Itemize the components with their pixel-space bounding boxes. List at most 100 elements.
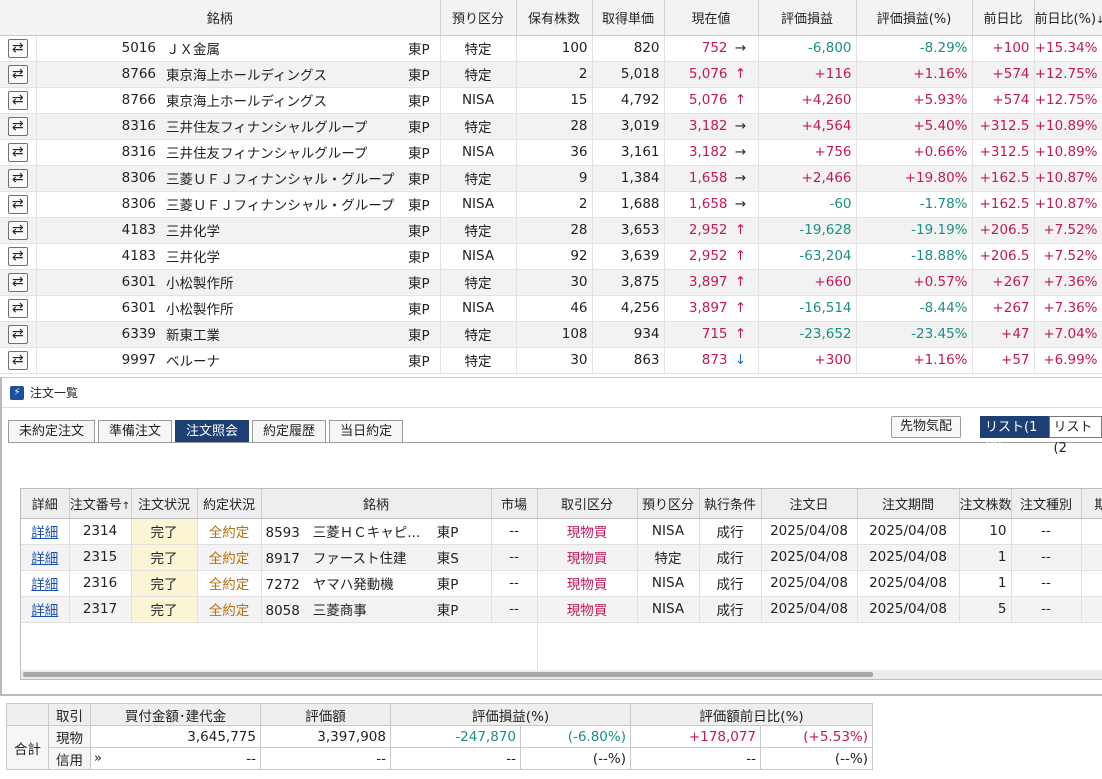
detail-link[interactable]: 詳細: [31, 551, 58, 567]
holding-row[interactable]: ⇄ 6301 小松製作所 東P 特定 30 3,875 3,897 ↑ +660 …: [0, 269, 1102, 296]
col-header-extra[interactable]: 期: [1081, 489, 1102, 519]
holding-row[interactable]: ⇄ 6339 新東工業 東P 特定 108 934 715 ↑ -23,652 -…: [0, 321, 1102, 348]
col-header-account[interactable]: 預り区分: [637, 489, 700, 519]
col-header-price[interactable]: 現在値: [664, 0, 759, 36]
col-header-period[interactable]: 注文期間: [857, 489, 960, 519]
unrealized-pl: +756: [758, 139, 857, 166]
swap-order-icon[interactable]: ⇄: [7, 38, 28, 58]
holding-row[interactable]: ⇄ 8306 三菱ＵＦＪフィナンシャル・グループ 東P 特定 9 1,384 1…: [0, 165, 1102, 192]
col-header-qty[interactable]: 保有株数: [516, 0, 593, 36]
swap-order-icon[interactable]: ⇄: [7, 64, 28, 84]
futures-quote-button[interactable]: 先物気配: [891, 416, 962, 438]
col-header-exec-status[interactable]: 約定状況: [197, 489, 262, 519]
swap-order-icon[interactable]: ⇄: [7, 350, 28, 370]
col-header-qty[interactable]: 注文株数: [959, 489, 1012, 519]
col-header-order-no[interactable]: 注文番号↑: [69, 489, 132, 519]
swap-order-icon[interactable]: ⇄: [7, 168, 28, 188]
holding-row[interactable]: ⇄ 9997 ベルーナ 東P 特定 30 863 873 ↓ +300 +1.16…: [0, 347, 1102, 374]
swap-cell: ⇄: [0, 347, 37, 374]
list-1-row-button[interactable]: リスト(1行): [980, 416, 1049, 456]
col-header-change-pct[interactable]: 前日比(%)↓: [1034, 0, 1102, 36]
account-type: 特定: [440, 35, 517, 62]
col-header-market[interactable]: 市場: [491, 489, 538, 519]
empty-cell: [21, 622, 69, 670]
summary-pl-cash: -247,870: [390, 725, 521, 748]
scrollbar-thumb[interactable]: [23, 672, 873, 677]
holding-row[interactable]: ⇄ 4183 三井化学 東P NISA 92 3,639 2,952 ↑ -63,…: [0, 243, 1102, 270]
holding-row[interactable]: ⇄ 6301 小松製作所 東P NISA 46 4,256 3,897 ↑ -16…: [0, 295, 1102, 322]
col-header-status[interactable]: 注文状況: [131, 489, 198, 519]
col-header-account[interactable]: 預り区分: [440, 0, 517, 36]
order-period: 2025/04/08: [857, 596, 960, 623]
swap-order-icon[interactable]: ⇄: [7, 272, 28, 292]
col-header-condition[interactable]: 執行条件: [699, 489, 762, 519]
holding-row[interactable]: ⇄ 5016 ＪＸ金属 東P 特定 100 820 752 → -6,800 -8…: [0, 35, 1102, 62]
order-row[interactable]: 詳細 2316 完了 全約定 7272 ヤマハ発動機 東P -- 現物買 NISA…: [21, 570, 1102, 597]
summary-pl-pct-cash: (-6.80%): [520, 725, 631, 748]
order-row[interactable]: 詳細 2317 完了 全約定 8058 三菱商事 東P -- 現物買 NISA 成…: [21, 596, 1102, 623]
tab-today-executions[interactable]: 当日約定: [329, 420, 404, 443]
col-header-kind[interactable]: 注文種別: [1011, 489, 1082, 519]
order-extra: [1081, 544, 1102, 571]
order-account: NISA: [637, 570, 700, 597]
swap-order-icon[interactable]: ⇄: [7, 116, 28, 136]
swap-order-icon[interactable]: ⇄: [7, 298, 28, 318]
holding-row[interactable]: ⇄ 8766 東京海上ホールディングス 東P NISA 15 4,792 5,0…: [0, 87, 1102, 114]
tab-unfilled[interactable]: 未約定注文: [8, 420, 96, 443]
unrealized-pl-pct: +19.80%: [856, 165, 973, 192]
summary-row-margin: 信用 » -- -- -- (--%) -- (--%): [7, 747, 873, 770]
holding-row[interactable]: ⇄ 4183 三井化学 東P 特定 28 3,653 2,952 ↑ -19,62…: [0, 217, 1102, 244]
empty-cell: [699, 622, 761, 670]
col-header-pl-pct[interactable]: 評価損益(%): [856, 0, 973, 36]
unrealized-pl-pct: -1.78%: [856, 191, 973, 218]
current-price: 3,897 ↑: [664, 295, 759, 322]
expand-chevron-icon[interactable]: »: [92, 751, 102, 766]
holding-row[interactable]: ⇄ 8316 三井住友フィナンシャルグループ 東P 特定 28 3,019 3,…: [0, 113, 1102, 140]
day-change: +312.5: [972, 139, 1035, 166]
col-header-order-date[interactable]: 注文日: [761, 489, 858, 519]
order-status: 完了: [131, 570, 198, 597]
swap-order-icon[interactable]: ⇄: [7, 220, 28, 240]
tab-execution-history[interactable]: 約定履歴: [252, 420, 327, 443]
summary-header-value: 評価額: [260, 703, 391, 726]
holding-qty: 28: [516, 217, 593, 244]
col-header-stock[interactable]: 銘柄: [261, 489, 492, 519]
swap-cell: ⇄: [0, 165, 37, 192]
col-header-cost[interactable]: 取得単価: [592, 0, 665, 36]
swap-order-icon[interactable]: ⇄: [7, 194, 28, 214]
holding-row[interactable]: ⇄ 8316 三井住友フィナンシャルグループ 東P NISA 36 3,161 …: [0, 139, 1102, 166]
col-header-detail[interactable]: 詳細: [21, 489, 70, 519]
stock-name: ＪＸ金属: [166, 35, 406, 62]
execution-status: 全約定: [197, 518, 262, 545]
col-header-change[interactable]: 前日比: [972, 0, 1035, 36]
list-2-row-button[interactable]: リスト(2: [1048, 416, 1102, 456]
detail-link[interactable]: 詳細: [31, 577, 58, 593]
order-stock-code: 7272: [265, 577, 300, 593]
holding-row[interactable]: ⇄ 8766 東京海上ホールディングス 東P 特定 2 5,018 5,076 ↑…: [0, 61, 1102, 88]
col-header-trade-type[interactable]: 取引区分: [537, 489, 638, 519]
current-price-value: 715: [701, 326, 728, 342]
summary-change-cash: +178,077: [630, 725, 761, 748]
detail-link[interactable]: 詳細: [31, 603, 58, 619]
swap-order-icon[interactable]: ⇄: [7, 246, 28, 266]
unrealized-pl-pct: -19.19%: [856, 217, 973, 244]
stock-market: 東P: [406, 243, 441, 270]
horizontal-scrollbar[interactable]: [21, 670, 1102, 679]
swap-order-icon[interactable]: ⇄: [7, 90, 28, 110]
swap-order-icon[interactable]: ⇄: [7, 142, 28, 162]
swap-order-icon[interactable]: ⇄: [7, 324, 28, 344]
tab-order-inquiry[interactable]: 注文照会: [175, 420, 250, 443]
col-header-name[interactable]: 銘柄: [0, 0, 441, 36]
stock-market: 東P: [406, 139, 441, 166]
order-row[interactable]: 詳細 2314 完了 全約定 8593 三菱ＨＣキャピ... 東P -- 現物買 …: [21, 518, 1102, 545]
tab-prepared[interactable]: 準備注文: [98, 420, 173, 443]
order-period: 2025/04/08: [857, 518, 960, 545]
holding-row[interactable]: ⇄ 8306 三菱ＵＦＪフィナンシャル・グループ 東P NISA 2 1,688…: [0, 191, 1102, 218]
col-header-pl[interactable]: 評価損益: [758, 0, 857, 36]
acquisition-price: 820: [592, 35, 665, 62]
order-row[interactable]: 詳細 2315 完了 全約定 8917 ファースト住建 東S -- 現物買 特定 …: [21, 544, 1102, 571]
stock-name: ベルーナ: [166, 347, 406, 374]
order-qty: 10: [959, 518, 1012, 545]
order-stock-name: 三菱商事: [312, 603, 367, 619]
detail-link[interactable]: 詳細: [31, 525, 58, 541]
